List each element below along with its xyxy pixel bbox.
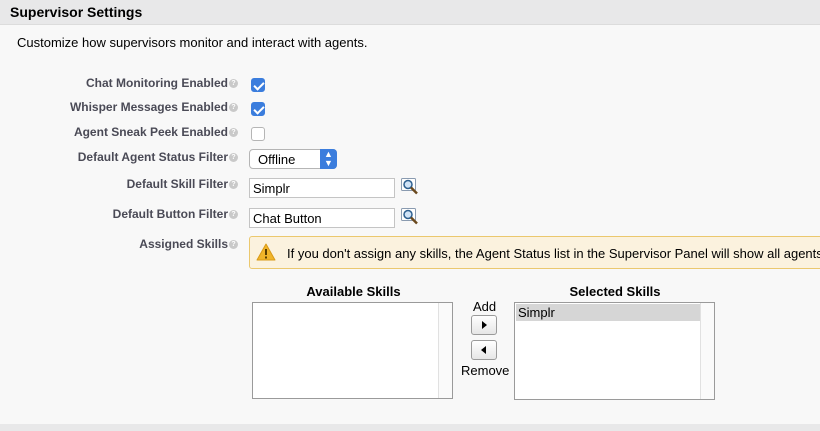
agent-sneak-peek-label: Agent Sneak Peek Enabled [73,125,228,139]
remove-skill-button[interactable] [471,340,497,360]
assigned-skills-label: Assigned Skills [139,237,228,251]
default-skill-filter-label: Default Skill Filter [126,177,228,191]
default-button-input[interactable] [249,208,395,228]
supervisor-settings-page: Supervisor Settings Customize how superv… [0,0,820,431]
help-icon[interactable]: ? [229,153,238,162]
add-label: Add [473,299,497,314]
agent-sneak-peek-checkbox[interactable] [251,127,265,141]
updown-chevron-icon: ▲ ▼ [320,149,337,169]
add-skill-button[interactable] [471,315,497,335]
magnifier-lookup-icon[interactable] [401,208,419,225]
section-header: Supervisor Settings [0,0,820,25]
warning-text: If you don't assign any skills, the Agen… [287,246,820,261]
remove-label: Remove [461,363,510,378]
available-skills-list[interactable] [252,302,453,399]
help-icon[interactable]: ? [229,180,238,189]
chat-monitoring-label: Chat Monitoring Enabled [86,76,228,90]
default-agent-status-label: Default Agent Status Filter [77,150,228,164]
list-scrollbar[interactable] [700,303,714,399]
arrow-right-icon [482,321,487,329]
default-button-filter-label: Default Button Filter [112,207,228,221]
help-icon[interactable]: ? [229,128,238,137]
whisper-messages-checkbox[interactable] [251,102,265,116]
list-item[interactable]: Simplr [516,304,702,321]
whisper-messages-label: Whisper Messages Enabled [69,100,228,114]
chat-monitoring-checkbox[interactable] [251,78,265,92]
available-skills-title: Available Skills [306,284,401,299]
list-scrollbar[interactable] [438,303,452,398]
arrow-left-icon [481,346,486,354]
default-skill-input[interactable] [249,178,395,198]
help-icon[interactable]: ? [229,103,238,112]
help-icon[interactable]: ? [229,210,238,219]
magnifier-lookup-icon[interactable] [401,178,419,195]
section-footer [0,424,820,431]
warning-message: If you don't assign any skills, the Agen… [249,236,820,269]
section-description: Customize how supervisors monitor and in… [17,35,368,50]
selected-skills-list[interactable]: Simplr [514,302,715,400]
help-icon[interactable]: ? [229,240,238,249]
select-value: Offline [258,152,296,167]
warning-triangle-icon [256,243,276,261]
help-icon[interactable]: ? [229,79,238,88]
default-agent-status-select[interactable]: Offline ▲ ▼ [249,149,337,169]
selected-skills-title: Selected Skills [569,284,661,299]
section-title: Supervisor Settings [10,4,143,20]
